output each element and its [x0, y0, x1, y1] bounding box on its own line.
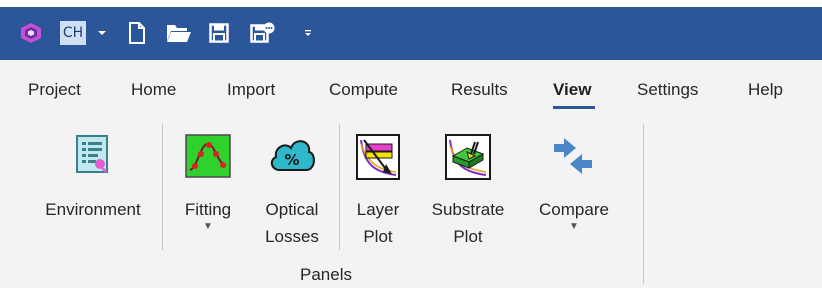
caret-down-icon[interactable]: [94, 19, 110, 47]
group-divider: [339, 124, 340, 250]
chevron-down-icon: ▼: [569, 221, 579, 232]
compare-label: Compare: [539, 200, 609, 219]
substrate-plot-button[interactable]: Substrate Plot: [424, 128, 512, 250]
tab-project[interactable]: Project: [28, 80, 81, 100]
document-badge[interactable]: CH: [58, 19, 88, 47]
fitting-icon: [184, 128, 232, 186]
layer-plot-label-line2: Plot: [363, 227, 393, 246]
tab-help[interactable]: Help: [748, 80, 783, 100]
customize-dropdown-icon[interactable]: [298, 19, 318, 47]
tab-view[interactable]: View: [553, 80, 591, 100]
substrate-plot-label-line1: Substrate: [431, 200, 505, 219]
compare-button[interactable]: Compare ▼: [532, 128, 616, 232]
document-badge-label: CH: [60, 21, 86, 45]
save-as-icon[interactable]: [248, 19, 278, 47]
svg-text:%: %: [284, 151, 299, 169]
optical-losses-button[interactable]: % Optical Losses: [252, 128, 332, 250]
tab-home[interactable]: Home: [131, 80, 176, 100]
layer-plot-label-line1: Layer: [356, 200, 400, 219]
tab-import[interactable]: Import: [227, 80, 275, 100]
substrate-plot-label: Substrate Plot: [432, 196, 505, 250]
layer-plot-label: Layer Plot: [357, 196, 400, 250]
environment-button[interactable]: Environment: [38, 128, 148, 223]
layer-plot-icon: [354, 128, 402, 186]
substrate-plot-icon: [444, 128, 492, 186]
group-divider: [643, 124, 644, 284]
tab-results[interactable]: Results: [451, 80, 508, 100]
fitting-button[interactable]: Fitting ▼: [176, 128, 240, 232]
group-divider: [162, 124, 163, 250]
new-document-icon[interactable]: [124, 19, 150, 47]
folder-open-icon[interactable]: [164, 19, 194, 47]
app-logo-icon[interactable]: [16, 19, 46, 47]
layer-plot-button[interactable]: Layer Plot: [346, 128, 410, 250]
fitting-label: Fitting: [184, 200, 232, 219]
group-label-panels: Panels: [300, 265, 352, 284]
optical-losses-label-line2: Losses: [265, 227, 319, 246]
active-tab-indicator: [553, 106, 595, 109]
substrate-plot-label-line2: Plot: [453, 227, 483, 246]
top-strip: [0, 0, 822, 7]
chevron-down-icon: ▼: [203, 221, 213, 232]
optical-losses-label-line1: Optical: [265, 200, 319, 219]
save-icon[interactable]: [206, 19, 232, 47]
tab-compute[interactable]: Compute: [329, 80, 398, 100]
environment-label: Environment: [45, 200, 141, 219]
tab-settings[interactable]: Settings: [637, 80, 698, 100]
environment-icon: [69, 128, 117, 186]
compare-icon: [550, 128, 598, 186]
optical-losses-icon: %: [268, 128, 316, 186]
optical-losses-label: Optical Losses: [265, 196, 319, 250]
